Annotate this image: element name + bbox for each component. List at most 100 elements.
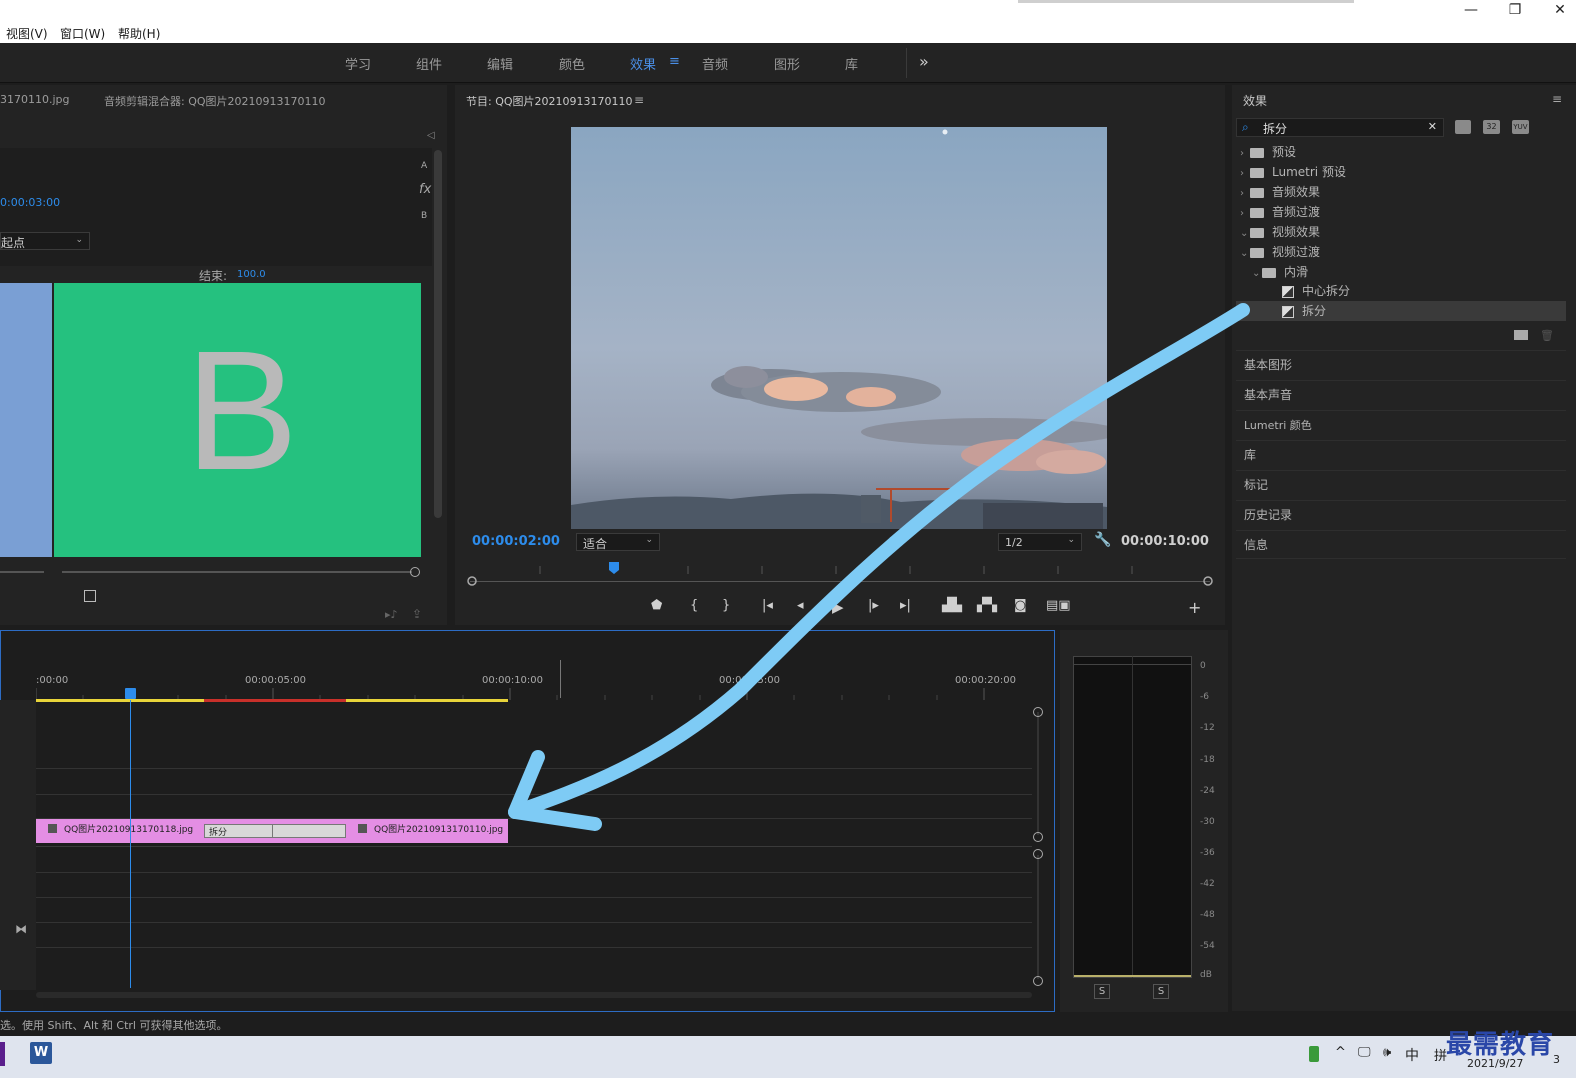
- network-icon[interactable]: 🖵: [1358, 1045, 1371, 1060]
- yuv-effects-icon[interactable]: YUV: [1512, 120, 1529, 134]
- step-back-icon[interactable]: ◂: [797, 598, 804, 613]
- 32bit-effects-icon[interactable]: 32: [1483, 120, 1500, 134]
- lift-icon[interactable]: ▟▙: [942, 598, 962, 613]
- minimize-button[interactable]: —: [1456, 2, 1486, 18]
- go-to-in-icon[interactable]: |◂: [762, 598, 773, 613]
- panel-essential-sound[interactable]: 基本声音: [1236, 380, 1566, 409]
- panel-menu-icon[interactable]: ≡: [1552, 92, 1562, 106]
- slider-handle[interactable]: [410, 567, 420, 577]
- panel-menu-icon[interactable]: ≡: [634, 93, 644, 107]
- new-bin-icon[interactable]: [1514, 330, 1528, 340]
- tree-item[interactable]: › 音频过渡: [1236, 202, 1566, 222]
- slider-track: [0, 571, 44, 573]
- tab-effect-controls[interactable]: 3170110.jpg: [0, 93, 70, 106]
- collapse-icon[interactable]: ◁: [427, 130, 435, 141]
- fit-value: 适合: [583, 537, 608, 551]
- compare-view-icon[interactable]: ▤▣: [1046, 598, 1071, 613]
- panel-history[interactable]: 历史记录: [1236, 500, 1566, 529]
- tree-item[interactable]: ⌄ 视频过渡: [1236, 242, 1566, 262]
- tree-item[interactable]: › 预设: [1236, 142, 1566, 162]
- menu-window[interactable]: 窗口(W): [60, 25, 105, 42]
- ime-mode[interactable]: 中: [1405, 1045, 1419, 1065]
- workspace-tab[interactable]: 编辑: [487, 54, 513, 73]
- play-icon[interactable]: ▶: [832, 598, 844, 616]
- tree-item[interactable]: ⌄ 内滑: [1236, 262, 1566, 282]
- scroll-handle[interactable]: [1033, 832, 1043, 842]
- menu-help[interactable]: 帮助(H): [118, 25, 160, 42]
- folder-icon: [1250, 227, 1264, 238]
- tree-item-effect[interactable]: 中心拆分: [1236, 281, 1566, 301]
- workspace-tab[interactable]: 库: [845, 54, 858, 73]
- clip-b-label[interactable]: QQ图片20210913170110.jpg: [374, 822, 503, 835]
- wrench-icon[interactable]: 🔧: [1094, 532, 1111, 548]
- effects-search-input[interactable]: ⌕ 拆分 ✕: [1236, 118, 1444, 137]
- snap-icon[interactable]: ⧓: [15, 922, 27, 936]
- solo-button[interactable]: S: [1094, 984, 1110, 999]
- panel-markers[interactable]: 标记: [1236, 470, 1566, 499]
- current-timecode[interactable]: 00:00:02:00: [472, 534, 560, 549]
- extract-icon[interactable]: ▞▚: [977, 598, 997, 613]
- scroll-handle[interactable]: [1033, 707, 1043, 717]
- accelerated-effects-icon[interactable]: [1455, 120, 1471, 134]
- track-divider: [36, 794, 1032, 795]
- clip-a-label[interactable]: QQ图片20210913170118.jpg: [64, 822, 193, 835]
- clear-search-icon[interactable]: ✕: [1428, 120, 1437, 133]
- word-taskbar-icon[interactable]: W: [30, 1042, 52, 1064]
- scroll-handle[interactable]: [1033, 849, 1043, 859]
- go-to-out-icon[interactable]: ▸|: [900, 598, 911, 613]
- trash-icon[interactable]: 🗑: [1540, 329, 1554, 342]
- workspace-tab[interactable]: 组件: [416, 54, 442, 73]
- marker-icon[interactable]: ⬟: [651, 598, 662, 613]
- panel-essential-graphics[interactable]: 基本图形: [1236, 350, 1566, 379]
- workspace-tab[interactable]: 颜色: [559, 54, 585, 73]
- tree-item[interactable]: › Lumetri 预设: [1236, 162, 1566, 182]
- step-forward-icon[interactable]: |▸: [868, 598, 879, 613]
- tree-item[interactable]: ⌄ 视频效果: [1236, 222, 1566, 242]
- transition-label: 拆分: [209, 828, 228, 838]
- fit-dropdown[interactable]: 适合 ⌄: [576, 533, 660, 551]
- tab-audio-clip-mixer[interactable]: 音频剪辑混合器: QQ图片20210913170110: [104, 93, 326, 109]
- solo-button[interactable]: S: [1153, 984, 1169, 999]
- transition-block[interactable]: 拆分: [204, 824, 346, 838]
- battery-icon[interactable]: [1309, 1046, 1319, 1062]
- resolution-dropdown[interactable]: 1/2 ⌄: [998, 533, 1082, 551]
- end-value[interactable]: 100.0: [237, 269, 266, 280]
- scroll-handle[interactable]: [1033, 976, 1043, 986]
- scrollbar[interactable]: [434, 150, 442, 518]
- mark-out-icon[interactable]: }: [722, 598, 730, 613]
- hamburger-icon[interactable]: ≡: [669, 54, 680, 69]
- duration-timecode: 00:00:10:00: [1121, 534, 1209, 549]
- duration-value[interactable]: 0:00:03:00: [0, 196, 60, 209]
- notification-badge[interactable]: 3: [1553, 1053, 1560, 1066]
- db-label: -42: [1200, 879, 1215, 889]
- track-divider: [36, 846, 1032, 847]
- add-button-icon[interactable]: +: [1188, 598, 1201, 617]
- menu-view[interactable]: 视图(V): [6, 25, 48, 42]
- tree-item-effect-selected[interactable]: 拆分: [1236, 301, 1566, 321]
- more-workspaces-icon[interactable]: »: [919, 52, 929, 71]
- chevron-up-icon[interactable]: ^: [1335, 1045, 1346, 1060]
- video-frame: [571, 127, 1107, 529]
- play-audio-icon[interactable]: ▸♪: [385, 608, 398, 621]
- vscroll-track[interactable]: [1037, 855, 1039, 979]
- workspace-tab-active[interactable]: 效果: [630, 54, 656, 73]
- premiere-taskbar-icon[interactable]: [0, 1042, 5, 1066]
- workspace-tab[interactable]: 学习: [345, 54, 371, 73]
- vscroll-track[interactable]: [1037, 712, 1039, 835]
- workspace-tab[interactable]: 图形: [774, 54, 800, 73]
- mark-in-icon[interactable]: {: [690, 598, 698, 613]
- tree-item[interactable]: › 音频效果: [1236, 182, 1566, 202]
- workspace-tab[interactable]: 音频: [702, 54, 728, 73]
- hscroll-bar[interactable]: [36, 992, 1032, 998]
- reverse-checkbox[interactable]: [84, 590, 96, 602]
- volume-icon[interactable]: 🕪: [1383, 1045, 1391, 1060]
- playhead-handle[interactable]: [125, 688, 136, 699]
- panel-libraries[interactable]: 库: [1236, 440, 1566, 469]
- panel-info[interactable]: 信息: [1236, 530, 1566, 559]
- alignment-dropdown[interactable]: 起点 ⌄: [0, 232, 90, 250]
- restore-button[interactable]: ❐: [1500, 2, 1530, 18]
- export-icon[interactable]: ⇪: [412, 607, 422, 621]
- camera-icon[interactable]: ◙: [1014, 598, 1027, 613]
- panel-lumetri-color[interactable]: Lumetri 颜色: [1236, 410, 1566, 439]
- close-button[interactable]: ✕: [1545, 2, 1575, 18]
